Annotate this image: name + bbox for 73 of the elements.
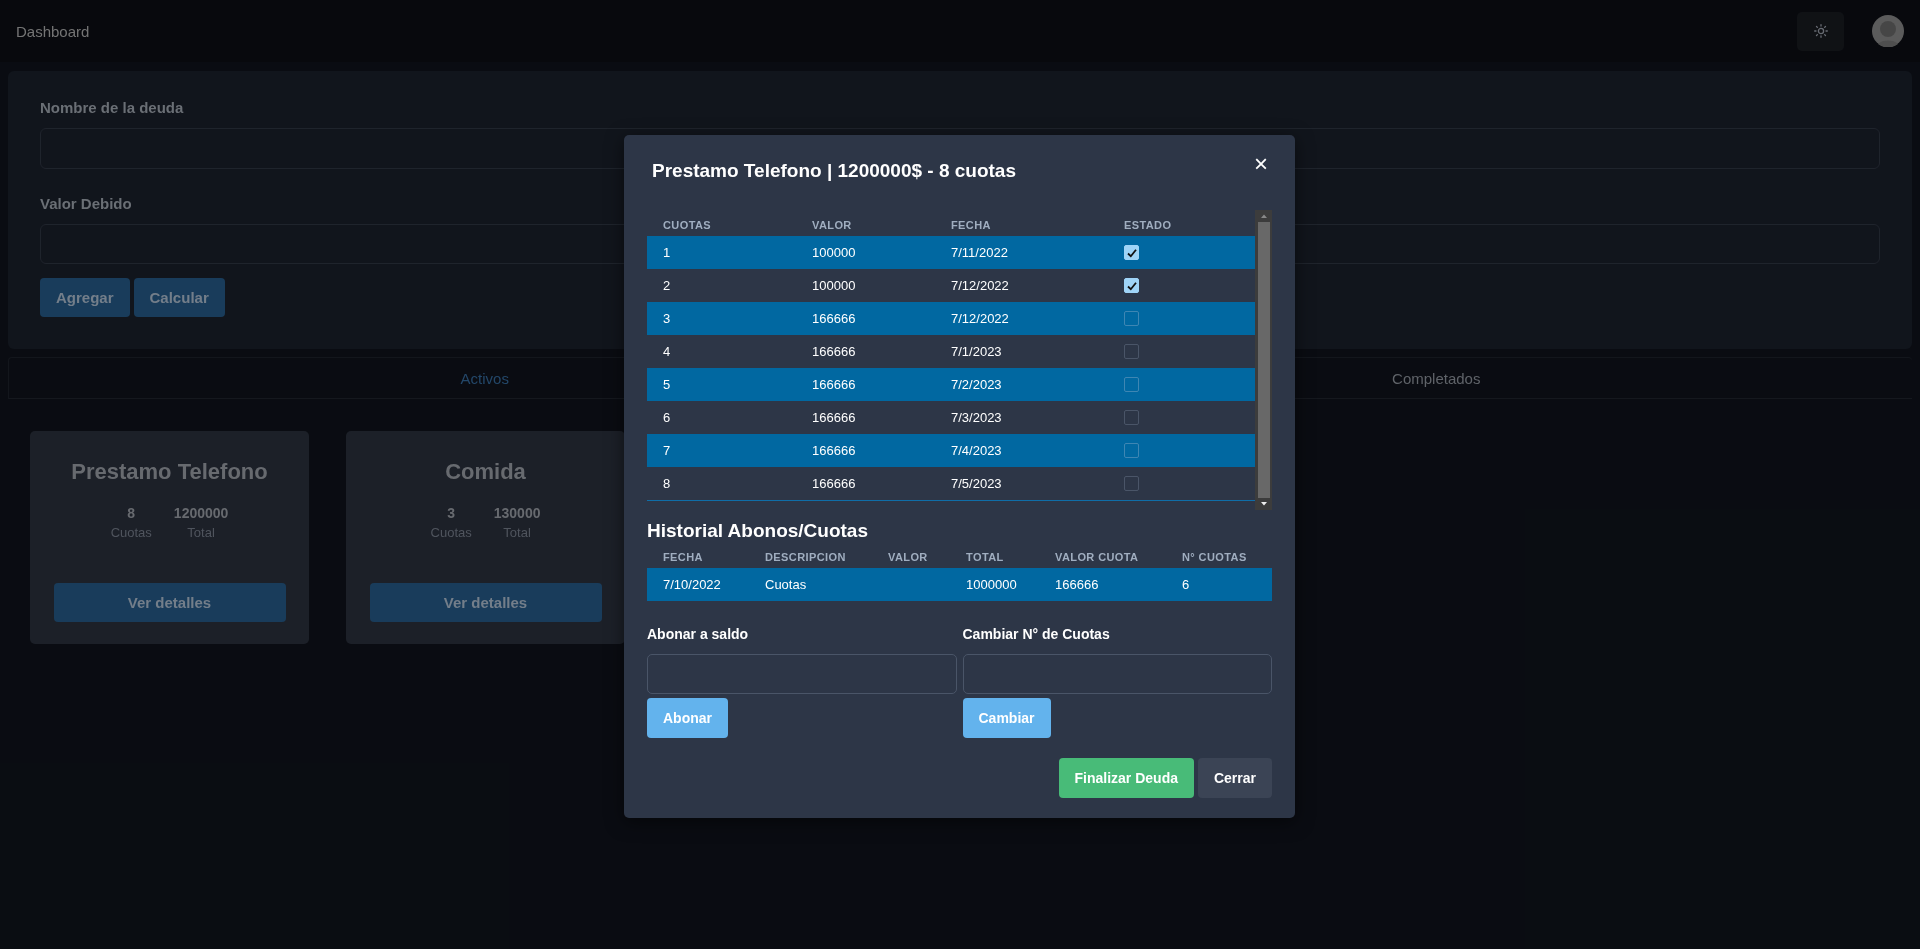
table-cell-text: 4 [663,344,672,359]
column-header: ESTADO [1124,219,1173,231]
column-header: VALOR [812,219,853,231]
table-cell-text: 8 [663,476,672,491]
footer-button[interactable]: Cerrar [1197,758,1272,798]
checkbox[interactable] [1124,377,1139,392]
details-button[interactable]: Ver detalles [53,583,286,622]
table-cell-text: 5 [663,377,672,392]
input-field[interactable] [962,654,1272,694]
form-button[interactable]: Calcular [133,278,225,317]
table-cell-text: 6 [663,410,672,425]
navbar-title[interactable]: Dashboard [16,22,90,40]
column-header: VALOR [888,551,929,563]
total-value: 1200000 [173,505,229,521]
form-button[interactable]: Agregar [40,278,130,317]
table-cell: 7/10/2022 [663,577,721,592]
footer-button[interactable]: Finalizar Deuda [1058,758,1194,798]
history-title: Historial Abonos/Cuotas [647,520,869,542]
column-header: FECHA [951,219,992,231]
table-cell-text: 7/12/2022 [951,311,1010,326]
field-label: Nombre de la deuda [40,99,185,116]
field-label: Abonar a saldo [647,626,749,642]
column-header: FECHA [663,551,704,563]
modal-title: Prestamo Telefono | 1200000$ - 8 cuotas [652,160,1016,182]
table-cell-text: 166666 [812,443,857,458]
table-cell-text: 7 [663,443,672,458]
table-cell-text: 166666 [812,476,857,491]
table-cell-text: 7/1/2023 [951,344,1003,359]
table-cell-text: 100000 [812,245,857,260]
theme-toggle-button[interactable] [1797,11,1844,51]
table-cell: Cuotas [765,577,807,592]
cuotas-value: 8 [127,505,136,521]
column-header: DESCRIPCION [765,551,847,563]
table-cell: 166666 [1055,577,1099,592]
input-field[interactable] [647,654,957,694]
table-cell-text: 100000 [812,278,857,293]
table-cell-text: 166666 [812,377,857,392]
total-value: 130000 [493,505,541,521]
table-cell-text: 166666 [812,311,857,326]
column-header: TOTAL [966,551,1005,563]
cuotas-value: 3 [447,505,456,521]
avatar-icon[interactable] [1872,15,1904,47]
table-cell-text: 7/5/2023 [951,476,1003,491]
table-cell-text: 166666 [812,410,857,425]
field-label: Cambiar N° de Cuotas [962,626,1110,642]
table-cell-text: 1 [663,245,672,260]
checkbox[interactable] [1124,410,1139,425]
table-cell: 6 [1182,577,1190,592]
table-cell-text: 166666 [812,344,857,359]
checkbox[interactable] [1124,476,1139,491]
checkbox[interactable] [1124,311,1139,326]
table-cell-text: 2 [663,278,672,293]
checkbox[interactable] [1124,344,1139,359]
scrollbar[interactable] [1255,210,1272,510]
table-cell-text: 7/12/2022 [951,278,1010,293]
checkbox[interactable] [1124,443,1139,458]
details-button[interactable]: Ver detalles [369,583,602,622]
debt-title: Comida [445,459,526,485]
table-cell-text: 7/11/2022 [951,245,1009,260]
action-button[interactable]: Abonar [647,698,728,738]
column-header: CUOTAS [663,219,713,231]
close-button[interactable]: × [1250,152,1272,176]
action-button[interactable]: Cambiar [962,698,1051,738]
table-cell-text: 3 [663,311,672,326]
sun-icon [1813,24,1828,38]
table-cell-text: 7/3/2023 [951,410,1003,425]
table-cell-text: 7/2/2023 [951,377,1003,392]
debt-title: Prestamo Telefono [71,459,268,485]
field-label: Valor Debido [40,194,133,212]
column-header: N° CUOTAS [1182,551,1248,563]
table-cell-text: 7/4/2023 [951,443,1003,458]
table-cell: 1000000 [966,577,1017,592]
column-header: VALOR CUOTA [1055,551,1140,563]
